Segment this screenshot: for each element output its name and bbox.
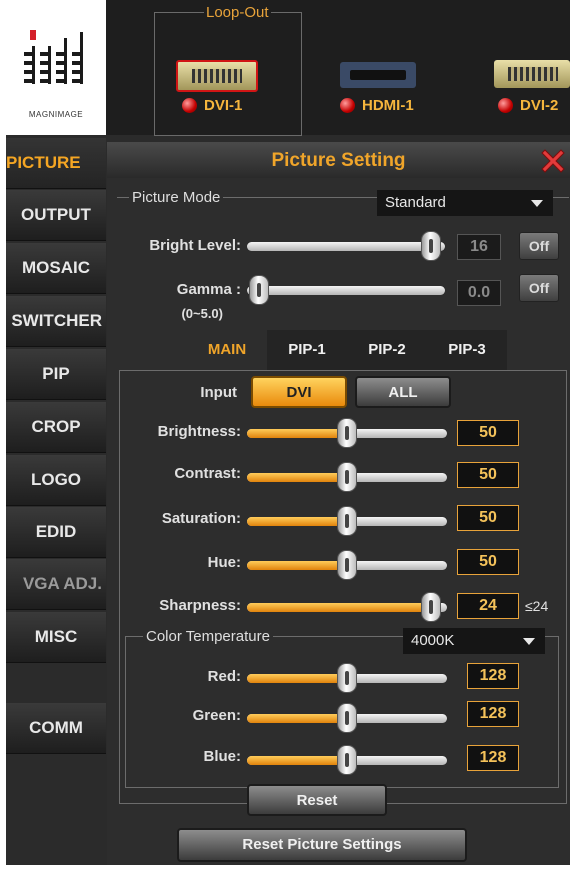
saturation-label: Saturation: (161, 510, 241, 527)
bright-level-slider[interactable] (247, 242, 445, 251)
slider-thumb[interactable] (421, 231, 441, 261)
sharpness-fill (247, 603, 437, 612)
bright-level-value: 16 (457, 234, 501, 260)
logo-wordmark: MAGNIMAGE (28, 110, 84, 119)
tab-pip-1[interactable]: PIP-1 (267, 330, 347, 370)
picture-mode-select[interactable]: Standard (377, 190, 553, 216)
dvi-port-icon (176, 60, 258, 92)
picture-mode-value: Standard (385, 194, 446, 211)
sidebar-item-output[interactable]: OUTPUT (6, 190, 106, 241)
status-led-icon (340, 98, 355, 113)
bright-level-off-button[interactable]: Off (519, 232, 559, 260)
sharpness-max-label: ≤24 (525, 598, 549, 614)
tab-main[interactable]: MAIN (187, 330, 267, 370)
slider-thumb[interactable] (337, 506, 357, 536)
slider-thumb[interactable] (337, 663, 357, 693)
sidebar-item-mosaic[interactable]: MOSAIC (6, 243, 106, 294)
chevron-down-icon (523, 638, 535, 645)
contrast-value[interactable]: 50 (457, 462, 519, 488)
tab-pip-2[interactable]: PIP-2 (347, 330, 427, 370)
status-led-icon (182, 98, 197, 113)
gamma-range-label: (0~5.0) (181, 306, 223, 321)
green-fill (247, 714, 347, 723)
gamma-slider[interactable] (247, 286, 445, 295)
magnimage-logo-icon (24, 30, 83, 84)
input-tabs: MAIN PIP-1 PIP-2 PIP-3 (187, 330, 507, 370)
app-window: MAGNIMAGE Loop-Out DVI-1 HDMI-1 DVI-2 PI… (6, 0, 570, 865)
loop-out-label: Loop-Out (204, 4, 271, 21)
red-fill (247, 674, 347, 683)
bright-level-label: Bright Level: (149, 237, 241, 254)
hue-value[interactable]: 50 (457, 549, 519, 575)
gamma-value: 0.0 (457, 280, 501, 306)
sidebar-item-switcher[interactable]: SWITCHER (6, 296, 106, 347)
green-value[interactable]: 128 (467, 701, 519, 727)
reset-picture-settings-button[interactable]: Reset Picture Settings (177, 828, 467, 862)
sidebar: PICTURE OUTPUT MOSAIC SWITCHER PIP CROP … (6, 138, 106, 865)
slider-thumb[interactable] (249, 275, 269, 305)
brand-logo: MAGNIMAGE (6, 0, 106, 135)
sidebar-item-vga-adj[interactable]: VGA ADJ. (6, 559, 106, 610)
sidebar-item-misc[interactable]: MISC (6, 612, 106, 663)
sharpness-label: Sharpness: (159, 597, 241, 614)
slider-thumb[interactable] (337, 462, 357, 492)
hue-fill (247, 561, 347, 570)
contrast-label: Contrast: (174, 465, 241, 482)
red-label: Red: (207, 668, 241, 685)
reset-button[interactable]: Reset (247, 784, 387, 816)
contrast-fill (247, 473, 347, 482)
color-temperature-value: 4000K (411, 632, 455, 649)
sidebar-item-comm[interactable]: COMM (6, 703, 106, 754)
gamma-off-button[interactable]: Off (519, 274, 559, 302)
color-temperature-select[interactable]: 4000K (403, 628, 545, 654)
chevron-down-icon (531, 200, 543, 207)
port-label: DVI-1 (204, 97, 243, 114)
panel-title: Picture Setting (271, 150, 406, 171)
sidebar-item-picture[interactable]: PICTURE (6, 138, 106, 189)
port-label: DVI-2 (520, 97, 559, 114)
red-value[interactable]: 128 (467, 663, 519, 689)
status-led-icon (498, 98, 513, 113)
tab-pip-3[interactable]: PIP-3 (427, 330, 507, 370)
picture-setting-panel: Picture Setting Picture Mode Standard Br… (107, 142, 570, 865)
blue-label: Blue: (203, 748, 242, 765)
slider-thumb[interactable] (337, 418, 357, 448)
slider-thumb[interactable] (337, 745, 357, 775)
dvi-port-icon (494, 60, 570, 88)
slider-thumb[interactable] (421, 592, 441, 622)
sidebar-item-crop[interactable]: CROP (6, 402, 106, 453)
sharpness-value[interactable]: 24 (457, 593, 519, 619)
input-all-button[interactable]: ALL (355, 376, 451, 408)
hdmi-port-icon (340, 62, 416, 88)
saturation-fill (247, 517, 347, 526)
port-label: HDMI-1 (362, 97, 414, 114)
input-dvi-button[interactable]: DVI (251, 376, 347, 408)
slider-thumb[interactable] (337, 550, 357, 580)
blue-value[interactable]: 128 (467, 745, 519, 771)
close-icon[interactable] (536, 144, 570, 178)
brightness-label: Brightness: (157, 423, 241, 440)
sidebar-item-pip[interactable]: PIP (6, 349, 106, 400)
brightness-value[interactable]: 50 (457, 420, 519, 446)
hue-label: Hue: (207, 554, 241, 571)
color-temperature-label: Color Temperature (143, 628, 273, 645)
saturation-value[interactable]: 50 (457, 505, 519, 531)
panel-title-bar: Picture Setting (107, 142, 570, 178)
sidebar-item-logo[interactable]: LOGO (6, 455, 106, 506)
slider-thumb[interactable] (337, 703, 357, 733)
gamma-label: Gamma : (176, 281, 241, 298)
green-label: Green: (192, 707, 241, 724)
blue-fill (247, 756, 347, 765)
input-label: Input (200, 384, 237, 401)
brightness-fill (247, 429, 347, 438)
picture-mode-label: Picture Mode (129, 189, 224, 206)
sidebar-item-edid[interactable]: EDID (6, 507, 106, 558)
